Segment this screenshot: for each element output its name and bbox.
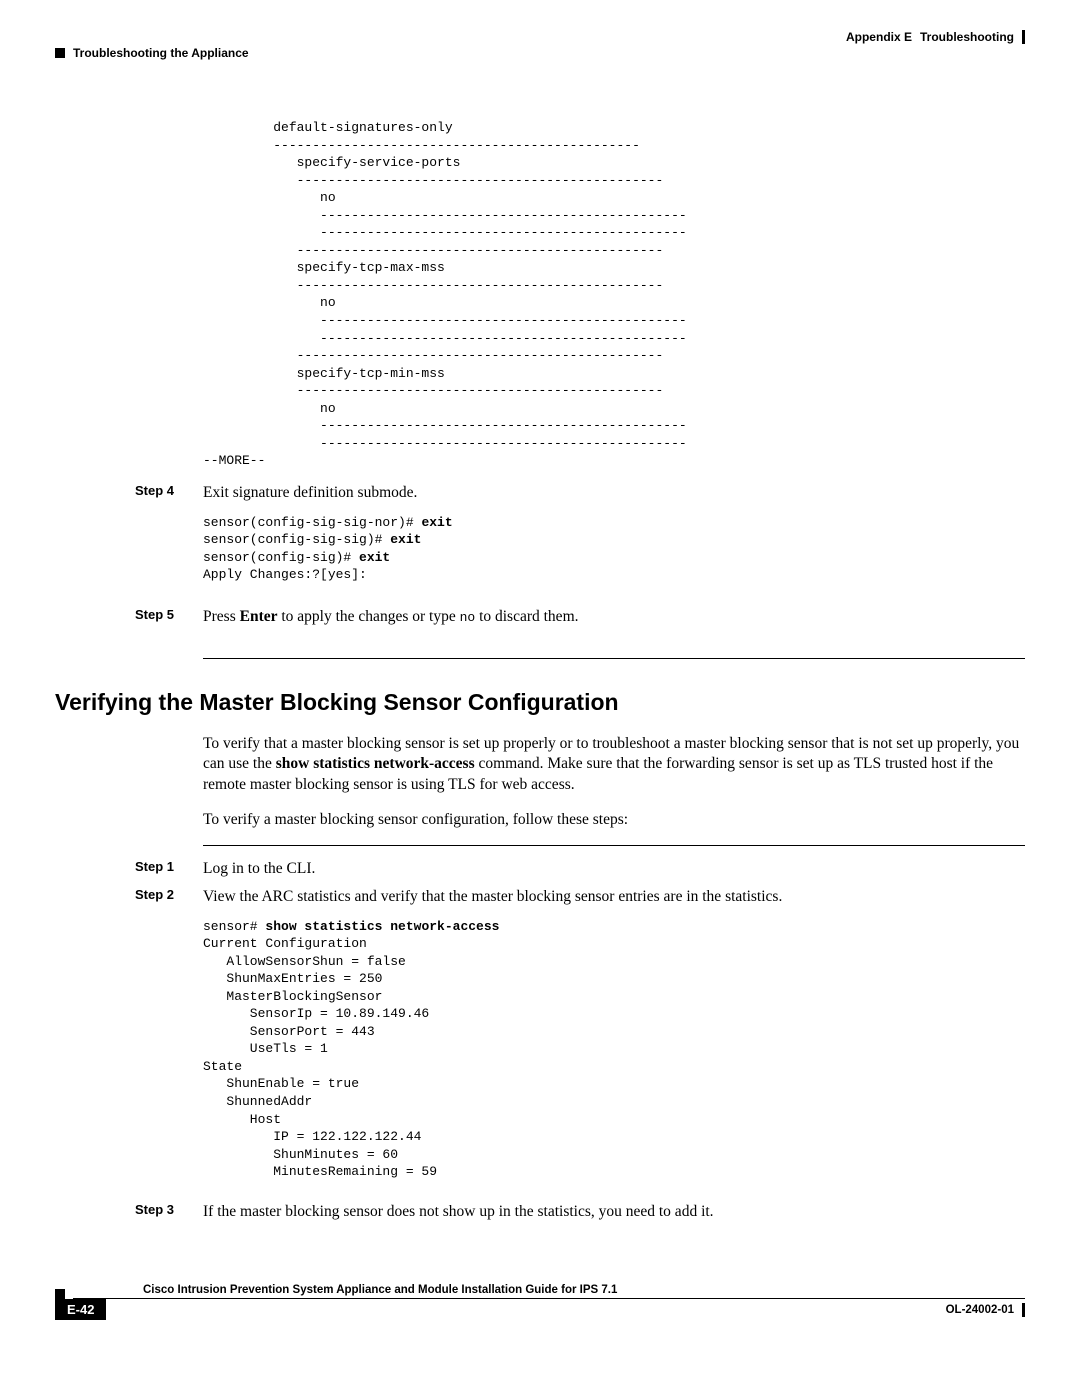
square-bullet-icon xyxy=(55,48,65,58)
step-4-row: Step 4 Exit signature definition submode… xyxy=(55,482,1025,504)
enter-key: Enter xyxy=(240,608,278,625)
code-output: Current Configuration AllowSensorShun = … xyxy=(203,936,437,1179)
step-3-label: Step 3 xyxy=(135,1201,203,1223)
command-name: show statistics network-access xyxy=(276,755,475,772)
intro-paragraph-2: To verify a master blocking sensor confi… xyxy=(203,810,1025,831)
footer-doc-title: Cisco Intrusion Prevention System Applia… xyxy=(73,1284,1025,1299)
no-literal: no xyxy=(460,610,476,625)
code-cmd: show statistics network-access xyxy=(265,919,499,934)
doc-id-text: OL-24002-01 xyxy=(946,1304,1014,1316)
step-4-code: sensor(config-sig-sig-nor)# exit sensor(… xyxy=(203,514,1025,584)
header-right: Appendix E Troubleshooting xyxy=(846,30,1025,44)
code-block-signatures: default-signatures-only ----------------… xyxy=(203,119,1025,470)
step-5-label: Step 5 xyxy=(135,606,203,628)
steps-divider xyxy=(203,845,1025,846)
header-bar-icon xyxy=(1022,30,1025,44)
step-3-row: Step 3 If the master blocking sensor doe… xyxy=(55,1201,1025,1223)
step-2-row: Step 2 View the ARC statistics and verif… xyxy=(55,886,1025,908)
step-5-text: Press Enter to apply the changes or type… xyxy=(203,606,1025,628)
code-cmd: exit xyxy=(390,532,421,547)
code-line: Apply Changes:?[yes]: xyxy=(203,567,367,582)
code-prompt: sensor(config-sig-sig-nor)# xyxy=(203,515,421,530)
step-4-text: Exit signature definition submode. xyxy=(203,482,1025,504)
step-2-text: View the ARC statistics and verify that … xyxy=(203,886,1025,908)
subheader-left: Troubleshooting the Appliance xyxy=(55,46,249,60)
footer-bar-icon xyxy=(1022,1303,1025,1317)
step-4-label: Step 4 xyxy=(135,482,203,504)
code-cmd: exit xyxy=(359,550,390,565)
step-5-row: Step 5 Press Enter to apply the changes … xyxy=(55,606,1025,628)
step-3-text: If the master blocking sensor does not s… xyxy=(203,1201,1025,1223)
code-prompt: sensor(config-sig)# xyxy=(203,550,359,565)
text-frag: to discard them. xyxy=(475,608,578,625)
text-frag: to apply the changes or type xyxy=(278,608,460,625)
step-2-code: sensor# show statistics network-access C… xyxy=(203,918,1025,1181)
square-bullet-icon xyxy=(55,1289,65,1299)
page: Appendix E Troubleshooting Troubleshooti… xyxy=(0,0,1080,1340)
appendix-label: Appendix E xyxy=(846,30,912,44)
footer-bottom: E-42 OL-24002-01 xyxy=(55,1299,1025,1320)
step-2-label: Step 2 xyxy=(135,886,203,908)
chapter-label: Troubleshooting xyxy=(920,30,1014,44)
text-frag: Press xyxy=(203,608,240,625)
section-label: Troubleshooting the Appliance xyxy=(73,46,249,60)
page-footer: Cisco Intrusion Prevention System Applia… xyxy=(55,1284,1025,1320)
page-number-badge: E-42 xyxy=(55,1299,106,1320)
step-1-text: Log in to the CLI. xyxy=(203,858,1025,880)
footer-title-row: Cisco Intrusion Prevention System Applia… xyxy=(55,1284,1025,1299)
page-subheader-row: Troubleshooting the Appliance xyxy=(55,46,1025,60)
section-heading: Verifying the Master Blocking Sensor Con… xyxy=(55,689,1025,716)
doc-id: OL-24002-01 xyxy=(946,1303,1025,1317)
step-1-row: Step 1 Log in to the CLI. xyxy=(55,858,1025,880)
code-cmd: exit xyxy=(421,515,452,530)
divider xyxy=(203,658,1025,659)
page-header: Appendix E Troubleshooting xyxy=(55,30,1025,44)
code-prompt: sensor# xyxy=(203,919,265,934)
code-prompt: sensor(config-sig-sig)# xyxy=(203,532,390,547)
step-1-label: Step 1 xyxy=(135,858,203,880)
intro-paragraph-1: To verify that a master blocking sensor … xyxy=(203,734,1025,797)
